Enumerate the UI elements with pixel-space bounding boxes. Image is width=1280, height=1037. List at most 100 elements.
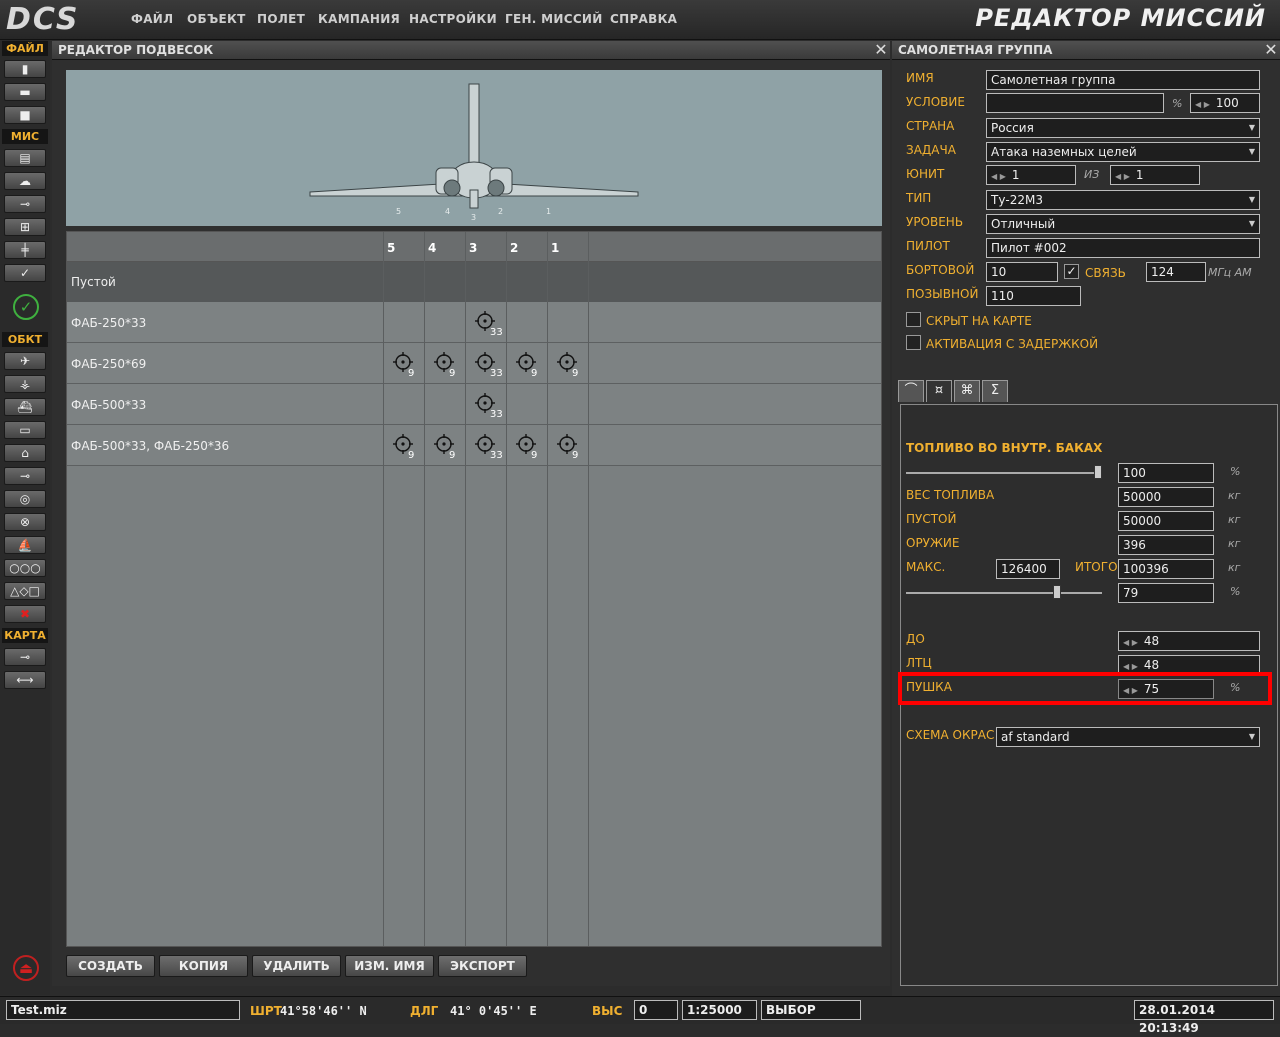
livery-select[interactable]: af standard xyxy=(996,727,1260,747)
add-waypoint-button[interactable]: ⊸ xyxy=(4,467,46,485)
total-percent-input[interactable]: 79 xyxy=(1118,583,1214,603)
export-payload-button[interactable]: ЭКСПОРТ xyxy=(438,955,527,977)
unit-spinner[interactable]: ◀ ▶ 1 xyxy=(986,165,1076,185)
pylon-cell-3[interactable]: 33 xyxy=(466,343,506,384)
mission-briefing-button[interactable]: ▤ xyxy=(4,149,46,167)
shapes-button[interactable]: △◇□ xyxy=(4,582,46,600)
empty-weight-input[interactable]: 50000 xyxy=(1118,511,1214,531)
measure-button[interactable]: ⟷ xyxy=(4,671,46,689)
fuel-weight-input[interactable]: 50000 xyxy=(1118,487,1214,507)
resources-button[interactable]: ╪ xyxy=(4,241,46,259)
payload-row[interactable]: ФАБ-250*69 9 9 33 9 9 xyxy=(67,343,881,384)
condition-percent-spinner[interactable]: ◀ ▶ 100 xyxy=(1190,93,1260,113)
menu-settings[interactable]: НАСТРОЙКИ xyxy=(409,12,497,26)
payload-editor-close-icon[interactable]: ✕ xyxy=(874,41,888,59)
country-select[interactable]: Россия xyxy=(986,118,1260,138)
rename-payload-button[interactable]: ИЗМ. ИМЯ xyxy=(345,955,434,977)
menu-file[interactable]: ФАЙЛ xyxy=(131,12,173,26)
callsign-label: ПОЗЫВНОЙ xyxy=(906,287,979,301)
exit-button[interactable]: ⏏ xyxy=(13,955,39,981)
map-options-button[interactable]: ⊸ xyxy=(4,648,46,666)
circles-icon: ○○○ xyxy=(9,561,41,575)
column-pylon-4: 4 xyxy=(428,241,437,255)
payload-row[interactable]: ФАБ-500*33 33 xyxy=(67,384,881,425)
tab-summary[interactable]: Σ xyxy=(982,380,1008,402)
map-mode-field[interactable]: ВЫБОР xyxy=(761,1000,861,1020)
pylon-cell-2[interactable]: 9 xyxy=(507,343,547,384)
add-target-button[interactable]: ◎ xyxy=(4,490,46,508)
tab-payload[interactable]: ¤ xyxy=(926,380,952,402)
condition-input[interactable] xyxy=(986,93,1164,113)
group-panel-close-icon[interactable]: ✕ xyxy=(1264,41,1278,59)
menu-mission-generator[interactable]: ГЕН. МИССИЙ xyxy=(505,12,603,26)
add-carrier-button[interactable]: ⛵ xyxy=(4,536,46,554)
total-weight-label: ИТОГО xyxy=(1075,560,1118,574)
unit-count-spinner[interactable]: ◀ ▶ 1 xyxy=(1110,165,1200,185)
frequency-input[interactable]: 124 xyxy=(1146,262,1206,282)
add-vehicle-button[interactable]: ▭ xyxy=(4,421,46,439)
add-plane-button[interactable]: ✈ xyxy=(4,352,46,370)
total-slider-thumb[interactable] xyxy=(1053,585,1061,599)
tab-triggered-actions[interactable]: ⌘ xyxy=(954,380,980,402)
group-name-input[interactable]: Самолетная группа xyxy=(986,70,1260,90)
map-scale-field[interactable]: 1:25000 xyxy=(682,1000,757,1020)
menu-help[interactable]: СПРАВКА xyxy=(610,12,677,26)
new-file-button[interactable]: ▮ xyxy=(4,60,46,78)
max-weight-input[interactable]: 126400 xyxy=(996,559,1060,579)
add-static-button[interactable]: ⌂ xyxy=(4,444,46,462)
pylon-cell-4[interactable]: 9 xyxy=(425,343,465,384)
pilot-name-input[interactable]: Пилот #002 xyxy=(986,238,1260,258)
payload-row[interactable]: ФАБ-250*33 33 xyxy=(67,302,881,343)
add-helicopter-button[interactable]: ⚶ xyxy=(4,375,46,393)
pylon-cell-5[interactable]: 9 xyxy=(384,343,424,384)
open-file-button[interactable]: ▬ xyxy=(4,83,46,101)
triggers-button[interactable]: ⊸ xyxy=(4,195,46,213)
save-file-button[interactable]: ■ xyxy=(4,106,46,124)
pylon-cell-3[interactable]: 33 xyxy=(466,302,506,343)
skill-select[interactable]: Отличный xyxy=(986,214,1260,234)
pylon-cell-3[interactable]: 33 xyxy=(466,425,506,466)
pylon-cell-4[interactable]: 9 xyxy=(425,425,465,466)
pylon-quantity: 9 xyxy=(531,450,538,461)
board-number-input[interactable]: 10 xyxy=(986,262,1058,282)
chaff-spinner[interactable]: ◀ ▶ 48 xyxy=(1118,631,1260,651)
payload-row[interactable]: ФАБ-500*33, ФАБ-250*36 9 9 33 9 9 xyxy=(67,425,881,466)
menu-flight[interactable]: ПОЛЕТ xyxy=(257,12,305,26)
callsign-input[interactable]: 110 xyxy=(986,286,1081,306)
weapons-weight-input[interactable]: 396 xyxy=(1118,535,1214,555)
column-pylon-3: 3 xyxy=(469,241,478,255)
total-weight-input[interactable]: 100396 xyxy=(1118,559,1214,579)
mission-ok-button[interactable]: ✓ xyxy=(13,294,39,320)
tab-route[interactable]: ⌒ xyxy=(898,380,924,402)
weather-button[interactable]: ☁ xyxy=(4,172,46,190)
delete-object-button[interactable]: ✖ xyxy=(4,605,46,623)
hidden-on-map-checkbox[interactable] xyxy=(906,312,921,327)
pylon-cell-5[interactable]: 9 xyxy=(384,425,424,466)
add-ship-button[interactable]: ⛴ xyxy=(4,398,46,416)
menu-object[interactable]: ОБЪЕКТ xyxy=(187,12,246,26)
menu-campaign[interactable]: КАМПАНИЯ xyxy=(318,12,400,26)
fuel-slider-track[interactable] xyxy=(906,472,1102,474)
payload-row-empty[interactable]: Пустой xyxy=(67,262,881,302)
comm-checkbox[interactable]: ✓ xyxy=(1064,264,1079,279)
goals-button[interactable]: ✓ xyxy=(4,264,46,282)
add-crash-button[interactable]: ⊗ xyxy=(4,513,46,531)
task-select[interactable]: Атака наземных целей xyxy=(986,142,1260,162)
fuel-weight-unit: кг xyxy=(1228,489,1241,502)
group-button[interactable]: ○○○ xyxy=(4,559,46,577)
fuel-slider-thumb[interactable] xyxy=(1094,465,1102,479)
create-payload-button[interactable]: СОЗДАТЬ xyxy=(66,955,155,977)
aircraft-type-select[interactable]: Ту-22М3 xyxy=(986,190,1260,210)
late-activation-checkbox[interactable] xyxy=(906,335,921,350)
total-slider-track[interactable] xyxy=(906,592,1102,594)
skill-label: УРОВЕНЬ xyxy=(906,215,964,229)
pylon-cell-2[interactable]: 9 xyxy=(507,425,547,466)
pylon-cell-1[interactable]: 9 xyxy=(548,425,588,466)
flare-value: 48 xyxy=(1143,658,1160,672)
pylon-cell-3[interactable]: 33 xyxy=(466,384,506,425)
fuel-percent-input[interactable]: 100 xyxy=(1118,463,1214,483)
trigger-zones-button[interactable]: ⊞ xyxy=(4,218,46,236)
pylon-cell-1[interactable]: 9 xyxy=(548,343,588,384)
delete-payload-button[interactable]: УДАЛИТЬ xyxy=(252,955,341,977)
copy-payload-button[interactable]: КОПИЯ xyxy=(159,955,248,977)
